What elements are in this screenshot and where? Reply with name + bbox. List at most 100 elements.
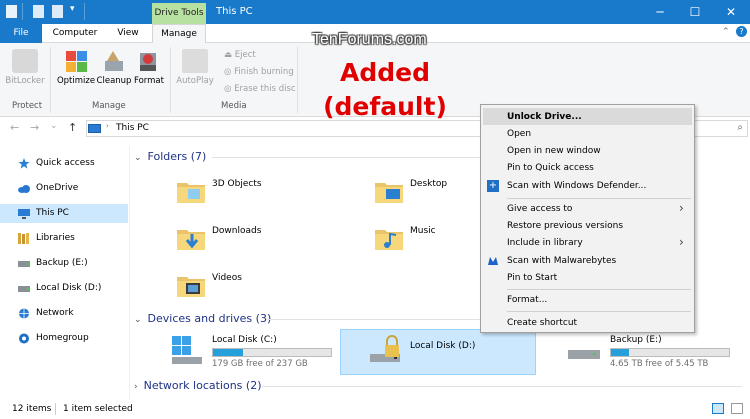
folder-icon [375, 183, 403, 203]
tab-computer[interactable]: Computer [46, 24, 104, 43]
format-icon [136, 49, 162, 73]
folder-item-downloads[interactable] [176, 222, 206, 255]
format-button[interactable]: Format [126, 49, 172, 86]
burn-icon: ◎ [224, 67, 235, 77]
help-icon[interactable]: ? [736, 26, 747, 37]
large-icons-view-icon[interactable] [731, 403, 743, 414]
title-bar [0, 0, 750, 24]
back-button[interactable]: ← [10, 121, 19, 134]
sidebar-item-backup-e[interactable]: Backup (E:) [0, 254, 128, 273]
star-icon [18, 158, 30, 169]
menu-separator [507, 289, 691, 290]
menu-item-unlock-drive[interactable]: Unlock Drive... [507, 112, 582, 122]
drive-name: Backup (E:) [610, 335, 662, 345]
autoplay-label: AutoPlay [176, 76, 214, 86]
folder-item-music[interactable] [374, 222, 404, 255]
devices-group-header[interactable]: ⌄ Devices and drives (3) [134, 312, 271, 325]
properties-icon[interactable] [33, 5, 44, 18]
group-media-label: Media [221, 101, 247, 111]
folder-label: Downloads [212, 226, 262, 236]
autoplay-button[interactable]: AutoPlay [172, 49, 218, 86]
folder-icon [177, 277, 205, 297]
group-protect-label: Protect [12, 101, 43, 111]
folder-item-desktop[interactable] [374, 175, 404, 208]
chevron-right-icon: › [134, 382, 138, 392]
close-button[interactable]: ✕ [717, 3, 745, 21]
search-box[interactable]: ⌕ [690, 120, 748, 137]
libraries-icon [18, 233, 29, 244]
sidebar-item-network[interactable]: Network [0, 304, 128, 323]
locked-drive-icon [368, 334, 408, 371]
selection-count: 1 item selected [63, 404, 133, 414]
eject-icon: ⏏ [224, 50, 235, 60]
menu-item-give-access[interactable]: Give access to [507, 204, 572, 214]
new-folder-icon[interactable] [52, 5, 63, 18]
drive-icon [568, 350, 600, 359]
submenu-arrow-icon: › [679, 201, 684, 215]
explorer-icon[interactable] [6, 5, 17, 18]
maximize-button[interactable]: ☐ [681, 3, 709, 21]
folder-label: Music [410, 226, 436, 236]
drive-tools-context-label: Drive Tools [152, 3, 206, 24]
address-path: This PC [116, 123, 149, 133]
sidebar-item-quick-access[interactable]: Quick access [0, 154, 128, 173]
folder-item-videos[interactable] [176, 269, 206, 302]
ribbon-collapse-icon[interactable]: ⌃ [722, 27, 730, 37]
tab-manage[interactable]: Manage [152, 24, 206, 44]
format-label: Format [134, 76, 164, 86]
ribbon-separator [170, 47, 171, 113]
folder-icon [375, 230, 403, 250]
recent-locations-button[interactable]: ⌄ [50, 121, 58, 131]
drive-usage-fill [213, 349, 243, 356]
menu-item-scan-malwarebytes[interactable]: Scan with Malwarebytes [507, 256, 616, 266]
minimize-button[interactable]: ─ [646, 3, 674, 21]
pane-splitter[interactable] [129, 146, 130, 400]
tab-view[interactable]: View [108, 24, 148, 43]
menu-item-include-library[interactable]: Include in library [507, 238, 583, 248]
erase-icon: ◎ [224, 84, 235, 94]
up-button[interactable]: ↑ [68, 121, 77, 134]
folders-group-header[interactable]: ⌄ Folders (7) [134, 150, 206, 163]
menu-item-format[interactable]: Format... [507, 295, 547, 305]
sidebar-item-onedrive[interactable]: OneDrive [0, 179, 128, 198]
details-view-icon[interactable] [712, 403, 724, 414]
drive-item-e[interactable] [566, 334, 604, 369]
group-divider [212, 157, 480, 158]
folder-item-3d-objects[interactable] [176, 175, 206, 208]
menu-item-restore-versions[interactable]: Restore previous versions [507, 221, 623, 231]
network-locations-group-header[interactable]: › Network locations (2) [134, 379, 262, 392]
sidebar-item-libraries[interactable]: Libraries [0, 229, 128, 248]
menu-separator [507, 311, 691, 312]
chevron-down-icon: ⌄ [134, 153, 142, 163]
sidebar-item-local-disk-d[interactable]: Local Disk (D:) [0, 279, 128, 298]
group-divider [266, 319, 480, 320]
tab-file[interactable]: File [0, 24, 42, 43]
drive-icon [18, 261, 30, 267]
drive-item-c[interactable] [170, 334, 204, 369]
eject-button[interactable]: ⏏ Eject [224, 50, 256, 60]
malwarebytes-icon [487, 255, 499, 267]
computer-icon [18, 209, 30, 219]
item-count: 12 items [12, 404, 52, 414]
menu-item-scan-defender[interactable]: Scan with Windows Defender... [507, 181, 646, 191]
drive-free-space: 179 GB free of 237 GB [212, 359, 308, 369]
forward-button[interactable]: → [30, 121, 39, 134]
sidebar-item-homegroup[interactable]: Homegroup [0, 329, 128, 348]
bitlocker-button[interactable]: BitLocker [2, 49, 48, 86]
erase-disc-button[interactable]: ◎ Erase this disc [224, 84, 296, 94]
qat-separator [84, 3, 85, 20]
menu-item-open-new-window[interactable]: Open in new window [507, 146, 601, 156]
windows-defender-icon: + [487, 180, 499, 192]
group-divider [262, 386, 742, 387]
menu-item-open[interactable]: Open [507, 129, 531, 139]
bitlocker-icon [12, 49, 38, 73]
network-icon [19, 308, 29, 319]
menu-item-create-shortcut[interactable]: Create shortcut [507, 318, 577, 328]
ribbon-separator [50, 47, 51, 113]
menu-item-pin-start[interactable]: Pin to Start [507, 273, 557, 283]
drive-name: Local Disk (C:) [212, 335, 277, 345]
sidebar-item-this-pc[interactable]: This PC [0, 204, 128, 223]
finish-burning-button[interactable]: ◎ Finish burning [224, 67, 294, 77]
menu-item-pin-quick-access[interactable]: Pin to Quick access [507, 163, 594, 173]
qat-dropdown-icon[interactable]: ▾ [70, 4, 75, 14]
